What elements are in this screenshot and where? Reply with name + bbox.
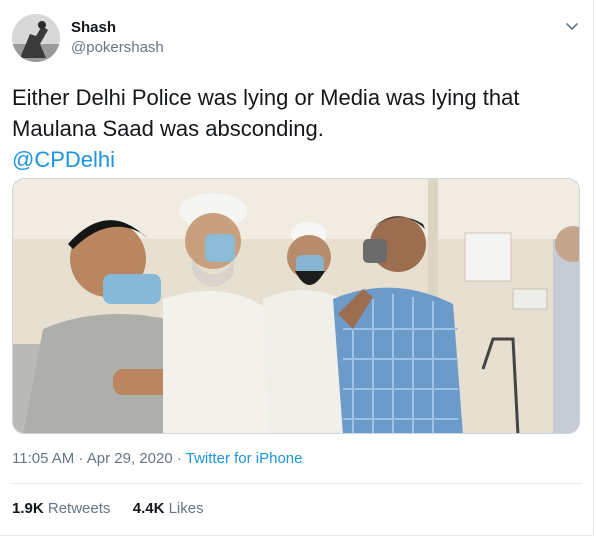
photo-image — [13, 179, 579, 433]
meta-separator: · — [176, 450, 182, 467]
likes-count: 4.4K — [132, 500, 165, 517]
tweet-text: Either Delhi Police was lying or Media w… — [12, 82, 582, 175]
tweet-photo[interactable] — [12, 178, 580, 434]
tweet-text-line: Maulana Saad was absconding. — [12, 116, 324, 141]
retweets-stat[interactable]: 1.9K Retweets — [12, 500, 115, 517]
tweet-text-line: Either Delhi Police was lying or Media w… — [12, 85, 520, 110]
mention-link[interactable]: @CPDelhi — [12, 144, 582, 175]
divider — [12, 483, 582, 484]
tweet-stats: 1.9K Retweets 4.4K Likes — [12, 500, 204, 517]
chevron-down-icon[interactable] — [562, 16, 582, 36]
tweet-meta: 11:05 AM · Apr 29, 2020 · Twitter for iP… — [12, 450, 302, 467]
tweet-time[interactable]: 11:05 AM — [12, 450, 74, 467]
meta-separator: · — [78, 450, 84, 467]
avatar[interactable] — [12, 14, 60, 62]
author-handle[interactable]: @pokershash — [71, 39, 164, 56]
tweet-source-link[interactable]: Twitter for iPhone — [186, 450, 303, 467]
tweet-date[interactable]: Apr 29, 2020 — [87, 450, 173, 467]
avatar-image — [12, 14, 60, 62]
author-name[interactable]: Shash — [71, 19, 116, 36]
likes-stat[interactable]: 4.4K Likes — [133, 500, 204, 517]
tweet-card: Shash @pokershash Either Delhi Police wa… — [0, 0, 594, 536]
retweets-label: Retweets — [47, 500, 111, 517]
likes-label: Likes — [168, 500, 204, 517]
retweets-count: 1.9K — [12, 500, 44, 517]
